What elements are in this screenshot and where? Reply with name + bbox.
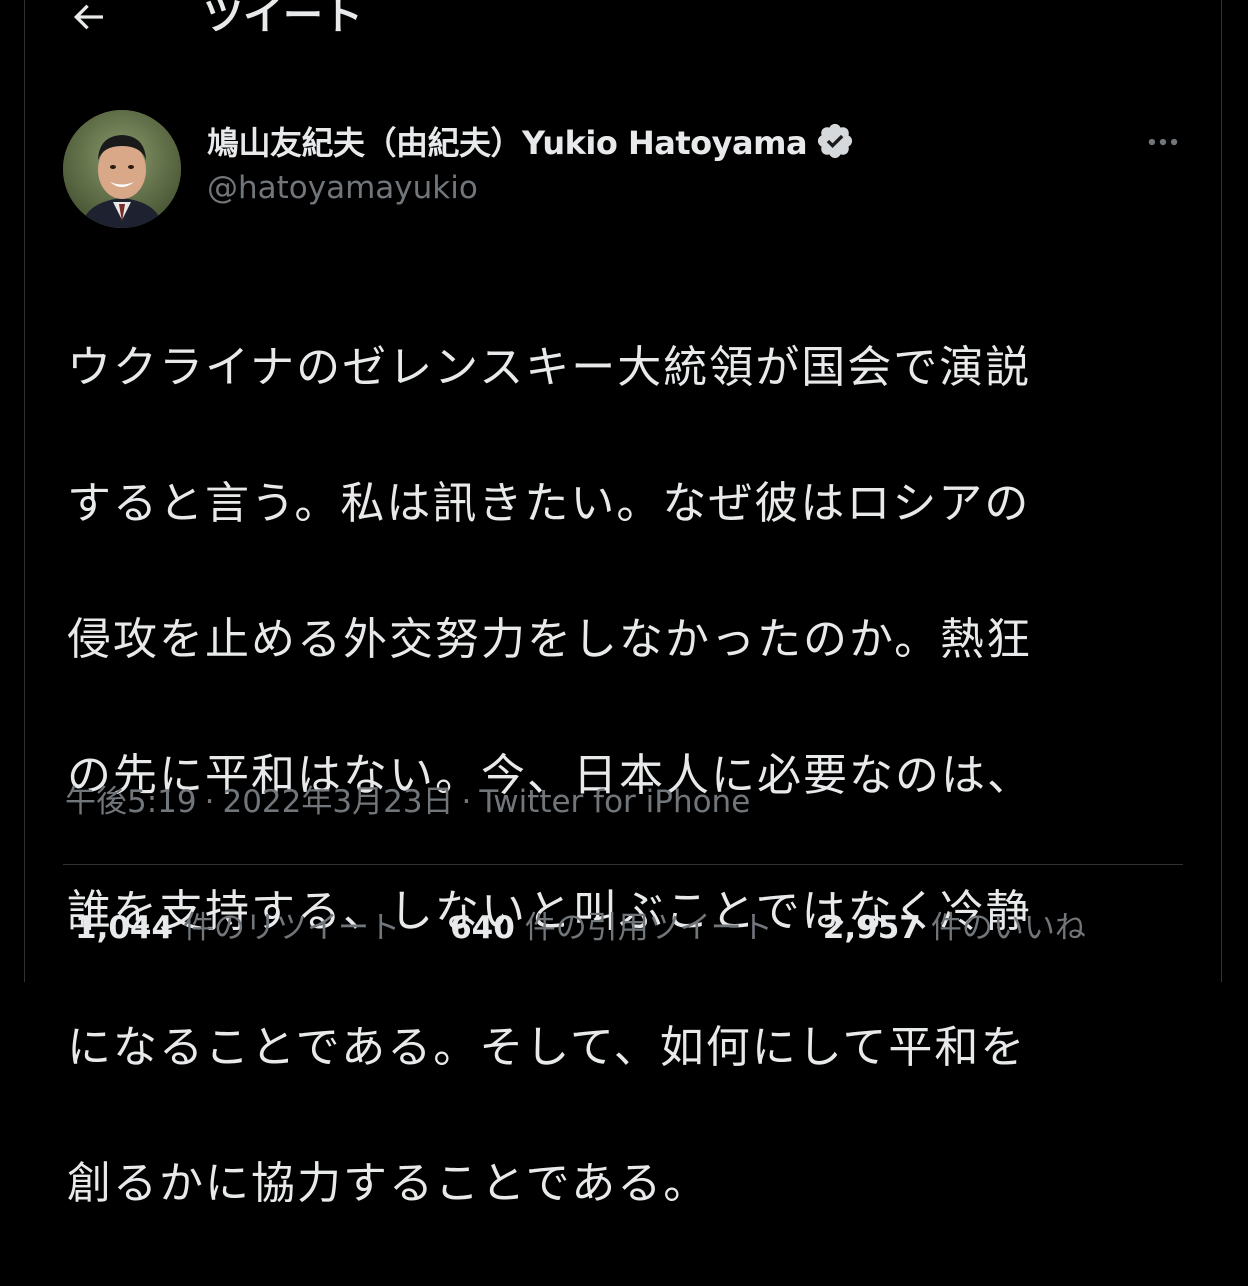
quote-tweets-stat[interactable]: 640 件の引用ツイート [450, 906, 773, 950]
tweet-text-line: 侵攻を止める外交努力をしなかったのか。熱狂 [67, 614, 1033, 665]
avatar-image [63, 110, 181, 228]
tweet-time: 午後5:19 [65, 784, 197, 820]
tweet-source-link[interactable]: Twitter for iPhone [479, 784, 750, 820]
tweet-text-line: すると言う。私は訊きたい。なぜ彼はロシアの [67, 478, 1031, 529]
tweet-timestamp-link[interactable]: 午後5:19 · 2022年3月23日 [65, 784, 454, 820]
like-label: 件のいいね [930, 910, 1086, 946]
avatar[interactable] [63, 110, 181, 228]
more-horizontal-icon [1148, 138, 1178, 146]
header: ツイート [25, 0, 1221, 40]
page-title: ツイート [203, 0, 363, 39]
likes-stat[interactable]: 2,957 件のいいね [823, 906, 1086, 950]
retweet-label: 件のリツイート [183, 910, 401, 946]
arrow-left-icon [73, 4, 103, 30]
tweet-metadata: 午後5:19 · 2022年3月23日 · Twitter for iPhone [65, 780, 750, 824]
tweet-detail-column: ツイート 鳩山友紀夫（由紀夫）Yukio Hatoyama @hatoyamay… [24, 0, 1222, 1209]
back-button[interactable] [65, 0, 111, 40]
tweet-text-line: になることである。そして、如何にして平和を [67, 1022, 1027, 1073]
divider [63, 864, 1183, 865]
display-name-row[interactable]: 鳩山友紀夫（由紀夫）Yukio Hatoyama [207, 118, 855, 164]
tweet-author: 鳩山友紀夫（由紀夫）Yukio Hatoyama @hatoyamayukio [207, 118, 855, 210]
tweet-date: 2022年3月23日 [222, 784, 454, 820]
tweet-text: ウクライナのゼレンスキー大統領が国会で演説 すると言う。私は訊きたい。なぜ彼はロ… [67, 266, 1167, 1286]
separator: · [461, 784, 472, 820]
user-handle[interactable]: @hatoyamayukio [207, 166, 855, 210]
tweet-text-line: 創るかに協力することである。 [67, 1158, 710, 1209]
tweet-text-line: ウクライナのゼレンスキー大統領が国会で演説 [67, 342, 1032, 393]
quote-count: 640 [450, 910, 515, 946]
retweet-count: 1,044 [75, 910, 174, 946]
like-count: 2,957 [822, 910, 921, 946]
verified-badge-icon [817, 123, 853, 159]
more-options-button[interactable] [1141, 126, 1185, 158]
display-name[interactable]: 鳩山友紀夫（由紀夫）Yukio Hatoyama [207, 118, 808, 164]
retweets-stat[interactable]: 1,044 件のリツイート [75, 906, 400, 950]
tweet-stats: 1,044 件のリツイート 640 件の引用ツイート 2,957 件のいいね [75, 906, 1136, 950]
quote-label: 件の引用ツイート [524, 910, 773, 946]
separator: · [204, 784, 215, 820]
